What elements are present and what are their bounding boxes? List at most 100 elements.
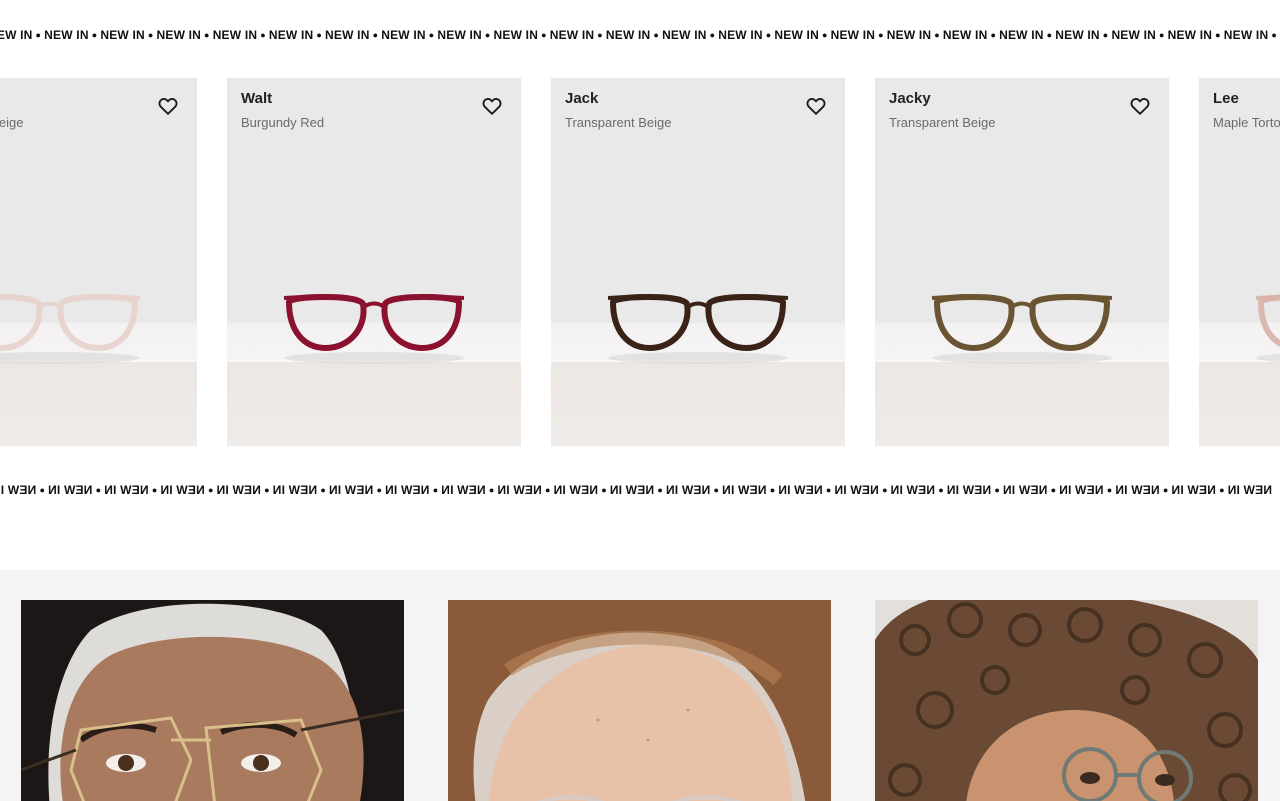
new-in-label: NEW IN xyxy=(1002,483,1048,497)
separator-dot: ● xyxy=(204,30,210,40)
heart-outline-icon[interactable] xyxy=(805,95,827,117)
product-color: Burgundy Red xyxy=(241,115,325,130)
glasses-image xyxy=(1255,294,1280,363)
product-name[interactable]: Jacky xyxy=(889,90,931,107)
glasses-image xyxy=(931,294,1113,364)
product-color: Maple Tortoise xyxy=(1213,115,1280,130)
marquee-track: NEW IN●NEW IN●NEW IN●NEW IN●NEW IN●NEW I… xyxy=(0,480,1272,500)
separator-dot: ● xyxy=(432,485,439,495)
new-in-label: NEW IN xyxy=(1055,28,1100,42)
product-color: Transparent Beige xyxy=(565,115,672,130)
portrait-image[interactable] xyxy=(448,600,831,801)
separator-dot: ● xyxy=(709,30,716,40)
new-in-label: NEW IN xyxy=(44,28,89,42)
separator-dot: ● xyxy=(39,485,45,495)
separator-dot: ● xyxy=(1215,30,1221,40)
new-in-label: NEW IN xyxy=(1058,483,1104,497)
new-in-label: NEW IN xyxy=(437,28,482,42)
new-in-label: NEW IN xyxy=(609,483,655,497)
heart-outline-icon[interactable] xyxy=(481,95,503,117)
product-name[interactable]: Lee xyxy=(1213,90,1239,107)
separator-dot: ● xyxy=(91,30,98,40)
separator-dot: ● xyxy=(484,30,491,40)
new-in-label: NEW IN xyxy=(328,483,374,497)
separator-dot: ● xyxy=(878,30,884,40)
new-in-label: NEW IN xyxy=(47,483,93,497)
marquee-track: NEW IN●NEW IN●NEW IN●NEW IN●NEW IN●NEW I… xyxy=(0,25,1280,45)
new-in-label: NEW IN xyxy=(384,483,430,497)
separator-dot: ● xyxy=(372,30,379,40)
new-in-label: NEW IN xyxy=(272,483,318,497)
separator-dot: ● xyxy=(1162,485,1169,495)
product-card[interactable]: Transparent Beige xyxy=(0,78,197,446)
new-in-label: NEW IN xyxy=(1171,483,1216,497)
new-in-label: NEW IN xyxy=(1223,28,1269,42)
new-in-label: NEW IN xyxy=(830,28,876,42)
new-in-label: NEW IN xyxy=(605,28,651,42)
portrait-image[interactable] xyxy=(875,600,1258,801)
new-in-marquee-top: NEW IN●NEW IN●NEW IN●NEW IN●NEW IN●NEW I… xyxy=(0,25,1280,45)
new-in-label: NEW IN xyxy=(441,483,486,497)
new-in-label: NEW IN xyxy=(1167,28,1213,42)
separator-dot: ● xyxy=(765,30,772,40)
new-in-label: NEW IN xyxy=(778,483,823,497)
product-card[interactable]: Jacky Transparent Beige xyxy=(875,78,1169,446)
product-card[interactable]: Walt Burgundy Red xyxy=(227,78,521,446)
separator-dot: ● xyxy=(1050,485,1056,495)
new-in-label: NEW IN xyxy=(886,28,932,42)
separator-dot: ● xyxy=(713,485,719,495)
new-in-label: NEW IN xyxy=(553,483,598,497)
product-name[interactable]: Walt xyxy=(241,90,272,107)
product-carousel: Transparent Beige Walt Burgundy Red Jack… xyxy=(0,78,1280,446)
new-in-label: NEW IN xyxy=(721,483,767,497)
product-card[interactable]: Lee Maple Tortoise xyxy=(1199,78,1280,446)
separator-dot: ● xyxy=(260,30,266,40)
new-in-label: NEW IN xyxy=(497,483,542,497)
separator-dot: ● xyxy=(769,485,776,495)
separator-dot: ● xyxy=(147,30,154,40)
separator-dot: ● xyxy=(316,30,323,40)
separator-dot: ● xyxy=(1271,30,1277,40)
separator-dot: ● xyxy=(544,485,551,495)
new-in-label: NEW IN xyxy=(890,483,935,497)
new-in-label: NEW IN xyxy=(718,28,763,42)
new-in-label: NEW IN xyxy=(325,28,370,42)
separator-dot: ● xyxy=(821,30,828,40)
separator-dot: ● xyxy=(825,485,832,495)
new-in-label: NEW IN xyxy=(774,28,819,42)
separator-dot: ● xyxy=(1218,485,1225,495)
separator-dot: ● xyxy=(263,485,270,495)
new-in-label: NEW IN xyxy=(212,28,258,42)
separator-dot: ● xyxy=(653,30,660,40)
glasses-image xyxy=(0,294,141,364)
new-in-label: NEW IN xyxy=(549,28,595,42)
new-in-label: NEW IN xyxy=(665,483,711,497)
separator-dot: ● xyxy=(597,30,603,40)
heart-outline-icon[interactable] xyxy=(1129,95,1151,117)
new-in-label: NEW IN xyxy=(999,28,1044,42)
portrait-image[interactable] xyxy=(21,600,404,801)
new-in-label: NEW IN xyxy=(946,483,992,497)
new-in-label: NEW IN xyxy=(160,483,205,497)
new-in-label: NEW IN xyxy=(381,28,426,42)
glasses-image xyxy=(607,294,789,364)
new-in-label: NEW IN xyxy=(1111,28,1156,42)
new-in-label: NEW IN xyxy=(834,483,879,497)
heart-outline-icon[interactable] xyxy=(157,95,179,117)
new-in-label: NEW IN xyxy=(268,28,314,42)
new-in-label: NEW IN xyxy=(1227,483,1272,497)
glasses-image xyxy=(283,294,465,364)
new-in-marquee-bottom: NEW IN●NEW IN●NEW IN●NEW IN●NEW IN●NEW I… xyxy=(0,480,1280,500)
separator-dot: ● xyxy=(1046,30,1053,40)
product-card[interactable]: Jack Transparent Beige xyxy=(551,78,845,446)
product-color: Transparent Beige xyxy=(0,115,24,130)
new-in-label: NEW IN xyxy=(942,28,988,42)
separator-dot: ● xyxy=(320,485,326,495)
product-name[interactable]: Jack xyxy=(565,90,598,107)
separator-dot: ● xyxy=(1102,30,1109,40)
new-in-label: NEW IN xyxy=(156,28,202,42)
new-in-label: NEW IN xyxy=(662,28,707,42)
separator-dot: ● xyxy=(428,30,435,40)
separator-dot: ● xyxy=(1158,30,1165,40)
separator-dot: ● xyxy=(600,485,607,495)
